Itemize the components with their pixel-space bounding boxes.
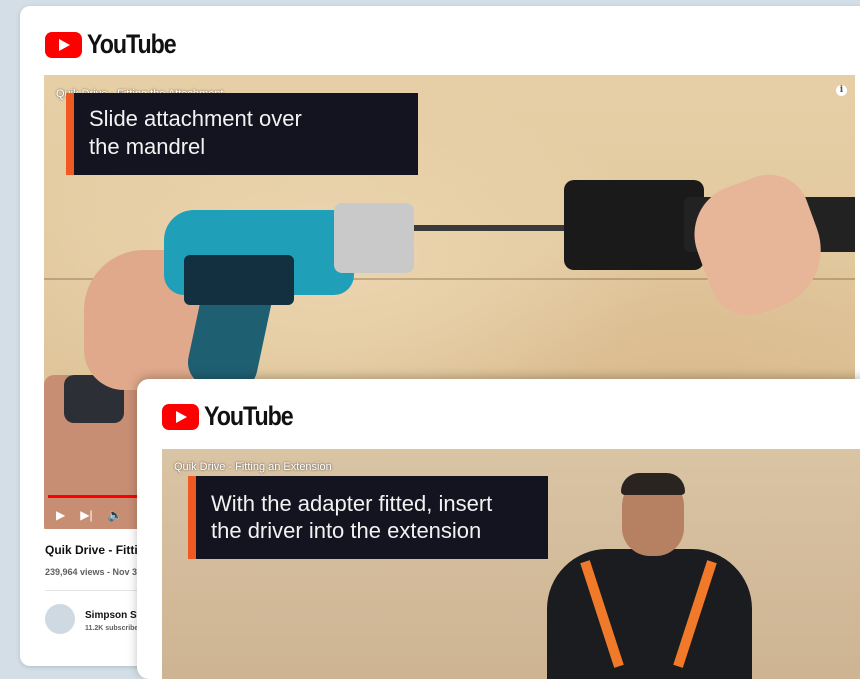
volume-icon[interactable]: 🔈	[108, 508, 123, 522]
video-meta: 239,964 views - Nov 3, 2	[45, 567, 148, 577]
subscriber-count: 11.2K subscribe	[85, 625, 139, 632]
play-icon[interactable]: ▶	[56, 508, 65, 522]
caption-line: the driver into the extension	[211, 518, 482, 543]
caption-line: Slide attachment over	[89, 106, 302, 131]
youtube-logo[interactable]: YouTube	[45, 29, 190, 60]
youtube-wordmark: YouTube	[87, 29, 177, 59]
youtube-wordmark: YouTube	[204, 401, 294, 431]
progress-bar[interactable]	[48, 495, 143, 498]
presenter-body	[547, 549, 752, 679]
video-overlay-title[interactable]: Quik Drive - Fitting an Extension	[174, 461, 332, 473]
right-hand	[680, 163, 838, 327]
mandrel	[414, 225, 564, 231]
channel-name[interactable]: Simpson Str	[85, 610, 144, 621]
video-card-extension: YouTube Quik Drive - Fitting an Extensio…	[137, 379, 860, 679]
video-player[interactable]: Quik Drive - Fitting an Extension With t…	[162, 449, 860, 679]
info-icon[interactable]: i	[836, 85, 847, 96]
drill-label-panel	[184, 255, 294, 305]
next-icon[interactable]: ▶|	[80, 508, 92, 522]
youtube-play-icon	[162, 403, 199, 430]
youtube-logo[interactable]: YouTube	[162, 401, 307, 432]
video-caption: Slide attachment over the mandrel	[66, 93, 418, 175]
video-caption: With the adapter fitted, insert the driv…	[188, 476, 548, 559]
youtube-play-icon	[45, 31, 82, 58]
presenter-hair	[621, 473, 685, 495]
attachment	[564, 180, 704, 270]
drill-chuck	[334, 203, 414, 273]
caption-line: With the adapter fitted, insert	[211, 491, 493, 516]
caption-line: the mandrel	[89, 134, 206, 159]
channel-avatar[interactable]	[45, 604, 75, 634]
